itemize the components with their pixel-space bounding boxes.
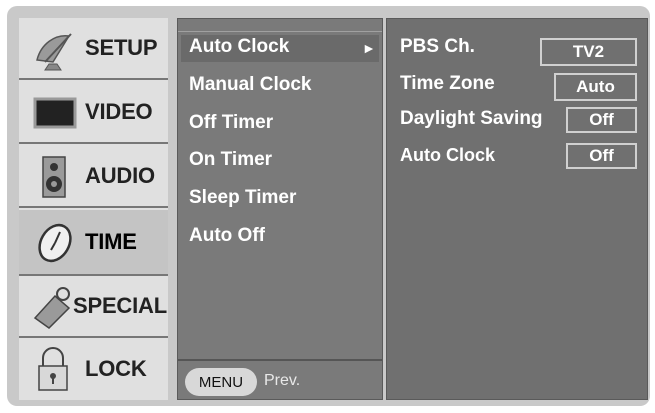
divider xyxy=(178,31,382,32)
option-label-pbs-ch: PBS Ch. xyxy=(400,36,475,57)
sidebar: SETUP VIDEO AUDIO TIME SPECIAL LOCK xyxy=(19,18,168,400)
sidebar-item-label: SETUP xyxy=(85,35,158,60)
sidebar-item-label: TIME xyxy=(85,229,137,254)
clock-icon xyxy=(38,223,72,263)
option-label-daylight-saving: Daylight Saving xyxy=(400,108,543,129)
tag-icon xyxy=(33,287,71,329)
menu-item-auto-off[interactable]: Auto Off xyxy=(189,225,265,247)
menu-item-on-timer[interactable]: On Timer xyxy=(189,149,272,171)
option-value-pbs-ch[interactable]: TV2 xyxy=(540,38,637,66)
option-value-time-zone[interactable]: Auto xyxy=(554,73,637,101)
menu-item-auto-clock[interactable]: Auto Clock xyxy=(189,36,289,58)
prev-label: Prev. xyxy=(264,372,301,389)
sidebar-item-special[interactable]: SPECIAL xyxy=(19,276,168,338)
sidebar-item-label: LOCK xyxy=(85,356,147,381)
divider xyxy=(178,359,382,361)
option-label-time-zone: Time Zone xyxy=(400,73,495,94)
sidebar-item-label: AUDIO xyxy=(85,163,155,188)
monitor-icon xyxy=(33,97,77,129)
sidebar-item-setup[interactable]: SETUP xyxy=(19,18,168,80)
sidebar-item-label: SPECIAL xyxy=(73,293,167,318)
sidebar-item-time[interactable]: TIME xyxy=(19,210,168,276)
menu-item-sleep-timer[interactable]: Sleep Timer xyxy=(189,187,296,209)
satellite-dish-icon xyxy=(36,33,72,71)
menu-item-off-timer[interactable]: Off Timer xyxy=(189,112,273,134)
sidebar-item-video[interactable]: VIDEO xyxy=(19,82,168,144)
option-value-auto-clock[interactable]: Off xyxy=(566,143,637,169)
menu-button[interactable]: MENU xyxy=(185,368,257,396)
sidebar-item-lock[interactable]: LOCK xyxy=(19,338,168,400)
sidebar-item-label: VIDEO xyxy=(85,99,153,124)
option-label-auto-clock: Auto Clock xyxy=(400,145,496,165)
arrow-right-icon: ► xyxy=(362,40,376,56)
option-value-daylight-saving[interactable]: Off xyxy=(566,107,637,133)
menu-item-manual-clock[interactable]: Manual Clock xyxy=(189,74,311,96)
sidebar-item-audio[interactable]: AUDIO xyxy=(19,146,168,208)
speaker-icon xyxy=(42,156,66,198)
padlock-icon xyxy=(38,347,68,391)
